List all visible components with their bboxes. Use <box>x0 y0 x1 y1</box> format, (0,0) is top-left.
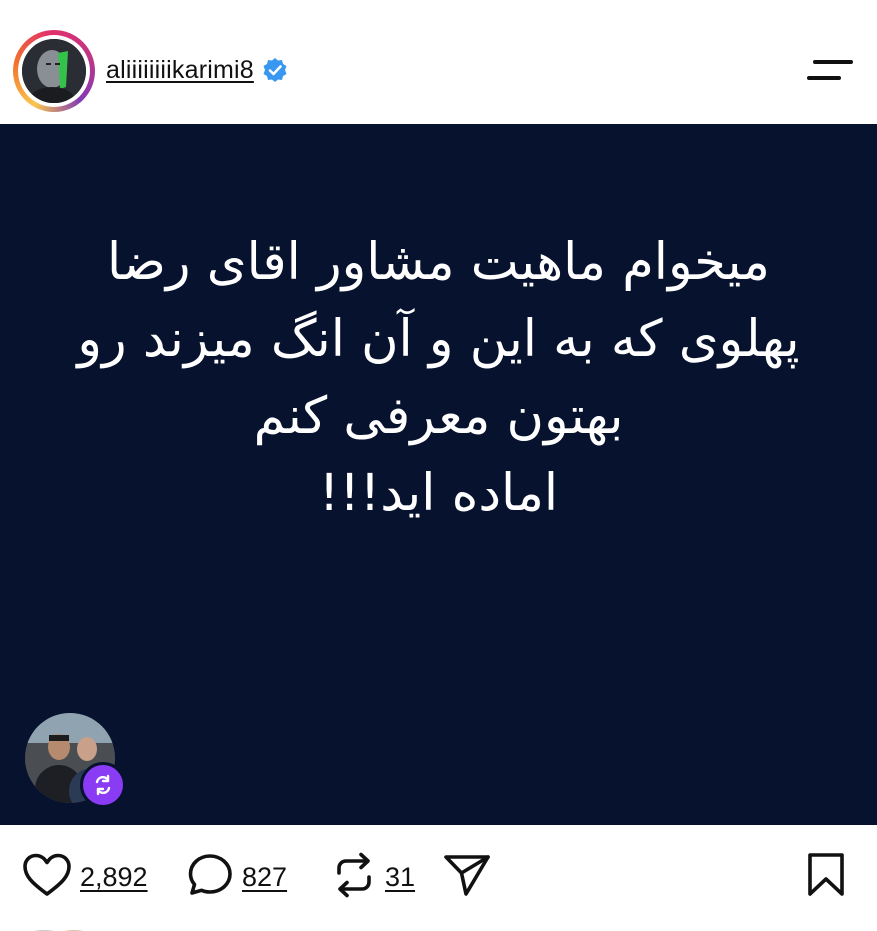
post-text: میخوام ماهیت مشاور اقای رضا پهلوی که به … <box>20 224 857 532</box>
save-action[interactable] <box>805 852 847 899</box>
post-text-line: میخوام ماهیت مشاور اقای رضا <box>107 233 770 292</box>
avatar-photo <box>22 39 86 103</box>
post-page: aliiiiiiiikarimi8 میخوام ماهیت مشاور اقا… <box>0 0 877 931</box>
post-text-line: بهتون معرفی کنم <box>253 387 624 446</box>
share-icon[interactable] <box>442 853 492 902</box>
repost-icon[interactable] <box>331 851 377 904</box>
action-bar: 2,892 827 31 <box>0 825 877 931</box>
liked-by-avatars <box>20 923 110 931</box>
like-action[interactable]: 2,892 <box>22 853 148 902</box>
profile-avatar[interactable] <box>13 30 95 112</box>
repost-icon <box>95 774 111 796</box>
repost-action[interactable]: 31 <box>331 852 415 899</box>
username-row: aliiiiiiiikarimi8 <box>106 52 288 88</box>
post-text-line: اماده اید!!! <box>318 464 559 523</box>
repost-badge <box>80 762 126 808</box>
heart-icon[interactable] <box>22 853 72 902</box>
reposts-count[interactable]: 31 <box>385 862 415 893</box>
post-text-line: پهلوی که به این و آن انگ میزند رو <box>77 310 800 369</box>
comment-icon[interactable] <box>188 853 234 902</box>
verified-badge-icon <box>262 57 288 83</box>
post-content[interactable]: میخوام ماهیت مشاور اقای رضا پهلوی که به … <box>0 124 877 825</box>
menu-icon[interactable] <box>807 54 853 88</box>
bookmark-icon[interactable] <box>805 852 847 903</box>
share-action[interactable] <box>442 853 492 902</box>
username-link[interactable]: aliiiiiiiikarimi8 <box>106 56 254 85</box>
likes-count[interactable]: 2,892 <box>80 862 148 893</box>
comments-count[interactable]: 827 <box>242 862 287 893</box>
post-header: aliiiiiiiikarimi8 <box>0 0 877 124</box>
comment-action[interactable]: 827 <box>188 853 287 902</box>
